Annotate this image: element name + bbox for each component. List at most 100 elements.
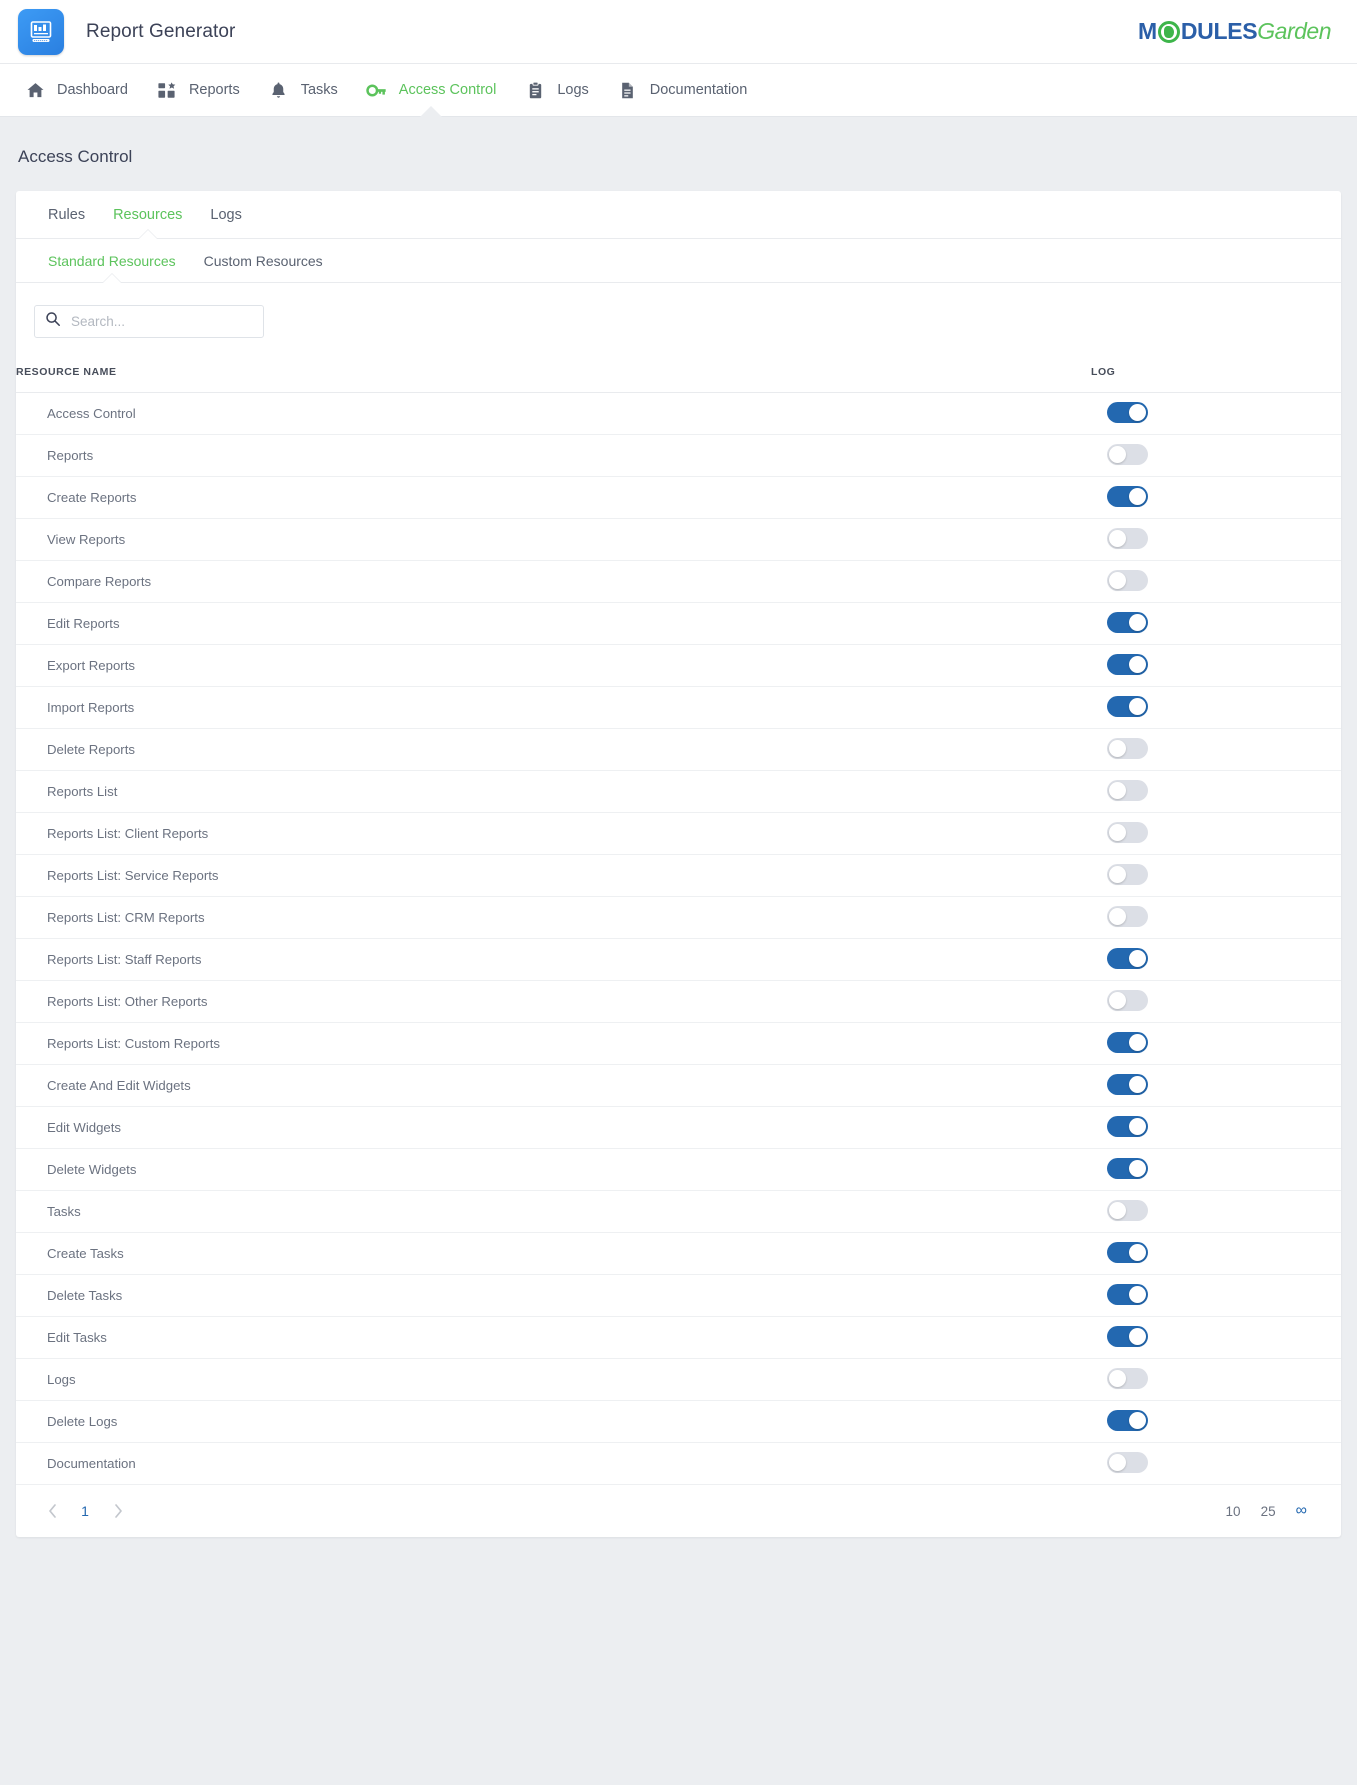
- nav-item-access-control[interactable]: Access Control: [352, 64, 511, 116]
- report-app-icon: [18, 9, 64, 55]
- log-toggle[interactable]: [1107, 612, 1148, 633]
- home-icon: [24, 79, 46, 101]
- log-toggle[interactable]: [1107, 1284, 1148, 1305]
- page-title: Access Control: [16, 117, 1341, 191]
- resources-table: RESOURCE NAME LOG Access ControlReportsC…: [16, 348, 1341, 1485]
- log-cell: [1091, 393, 1341, 435]
- log-cell: [1091, 939, 1341, 981]
- resource-name-cell: Edit Tasks: [16, 1317, 1091, 1359]
- resource-name-cell: Delete Logs: [16, 1401, 1091, 1443]
- table-row: Reports List: Service Reports: [16, 855, 1341, 897]
- log-toggle[interactable]: [1107, 822, 1148, 843]
- toggle-knob: [1129, 1286, 1146, 1303]
- resource-name-cell: Reports: [16, 435, 1091, 477]
- log-toggle[interactable]: [1107, 1242, 1148, 1263]
- log-cell: [1091, 687, 1341, 729]
- table-header-row: RESOURCE NAME LOG: [16, 348, 1341, 393]
- log-toggle[interactable]: [1107, 864, 1148, 885]
- log-toggle[interactable]: [1107, 486, 1148, 507]
- log-cell: [1091, 1317, 1341, 1359]
- key-icon: [366, 79, 388, 101]
- log-toggle[interactable]: [1107, 1326, 1148, 1347]
- main-navigation: Dashboard Reports Tasks: [0, 64, 1357, 117]
- log-toggle[interactable]: [1107, 402, 1148, 423]
- nav-item-dashboard[interactable]: Dashboard: [10, 64, 142, 116]
- log-toggle[interactable]: [1107, 906, 1148, 927]
- table-row: Create And Edit Widgets: [16, 1065, 1341, 1107]
- toggle-knob: [1109, 1202, 1126, 1219]
- clipboard-icon: [524, 79, 546, 101]
- toggle-knob: [1109, 992, 1126, 1009]
- table-row: Compare Reports: [16, 561, 1341, 603]
- log-toggle[interactable]: [1107, 990, 1148, 1011]
- resource-name-cell: Import Reports: [16, 687, 1091, 729]
- log-cell: [1091, 813, 1341, 855]
- log-cell: [1091, 771, 1341, 813]
- log-toggle[interactable]: [1107, 1116, 1148, 1137]
- log-toggle[interactable]: [1107, 1200, 1148, 1221]
- page-number-1[interactable]: 1: [72, 1497, 98, 1525]
- resource-name-cell: Reports List: Custom Reports: [16, 1023, 1091, 1065]
- log-toggle[interactable]: [1107, 1368, 1148, 1389]
- log-cell: [1091, 1023, 1341, 1065]
- search-input[interactable]: [71, 314, 253, 329]
- subtab-custom-resources[interactable]: Custom Resources: [190, 239, 337, 282]
- log-cell: [1091, 855, 1341, 897]
- log-toggle[interactable]: [1107, 654, 1148, 675]
- log-toggle[interactable]: [1107, 738, 1148, 759]
- chevron-right-icon[interactable]: [104, 1497, 132, 1525]
- toggle-knob: [1109, 572, 1126, 589]
- log-toggle[interactable]: [1107, 780, 1148, 801]
- log-toggle[interactable]: [1107, 1158, 1148, 1179]
- log-toggle[interactable]: [1107, 1032, 1148, 1053]
- log-toggle[interactable]: [1107, 696, 1148, 717]
- nav-item-label: Dashboard: [57, 82, 128, 98]
- nav-item-tasks[interactable]: Tasks: [254, 64, 352, 116]
- nav-item-reports[interactable]: Reports: [142, 64, 254, 116]
- search-icon: [45, 311, 61, 332]
- search-box[interactable]: [34, 305, 264, 338]
- app-title: Report Generator: [86, 21, 235, 43]
- log-toggle[interactable]: [1107, 948, 1148, 969]
- log-toggle[interactable]: [1107, 528, 1148, 549]
- resource-name-cell: Delete Tasks: [16, 1275, 1091, 1317]
- tab-rules[interactable]: Rules: [34, 191, 99, 238]
- tab-resources[interactable]: Resources: [99, 191, 196, 238]
- active-subtab-caret: [103, 274, 121, 283]
- subtab-standard-resources[interactable]: Standard Resources: [34, 239, 190, 282]
- resource-name-cell: Export Reports: [16, 645, 1091, 687]
- brand-text-part3: Garden: [1257, 20, 1331, 43]
- toggle-knob: [1109, 1370, 1126, 1387]
- resource-name-cell: Delete Widgets: [16, 1149, 1091, 1191]
- log-cell: [1091, 897, 1341, 939]
- chevron-left-icon[interactable]: [38, 1497, 66, 1525]
- log-toggle[interactable]: [1107, 1452, 1148, 1473]
- tab-logs[interactable]: Logs: [196, 191, 255, 238]
- log-toggle[interactable]: [1107, 570, 1148, 591]
- log-cell: [1091, 603, 1341, 645]
- tab-bar: Rules Resources Logs: [16, 191, 1341, 239]
- log-toggle[interactable]: [1107, 444, 1148, 465]
- nav-item-documentation[interactable]: Documentation: [603, 64, 762, 116]
- subtab-label: Custom Resources: [204, 253, 323, 269]
- nav-item-logs[interactable]: Logs: [510, 64, 602, 116]
- table-row: Reports List: [16, 771, 1341, 813]
- table-row: Logs: [16, 1359, 1341, 1401]
- table-row: Delete Reports: [16, 729, 1341, 771]
- log-cell: [1091, 1359, 1341, 1401]
- log-cell: [1091, 477, 1341, 519]
- table-row: Reports List: CRM Reports: [16, 897, 1341, 939]
- toggle-knob: [1129, 656, 1146, 673]
- log-toggle[interactable]: [1107, 1074, 1148, 1095]
- modulesgarden-logo: MDULESGarden: [1138, 20, 1339, 43]
- resource-name-cell: Create Tasks: [16, 1233, 1091, 1275]
- page-size-10[interactable]: 10: [1226, 1504, 1241, 1519]
- page-size-all[interactable]: ∞: [1296, 1502, 1307, 1520]
- tab-label: Logs: [210, 207, 241, 223]
- log-cell: [1091, 981, 1341, 1023]
- page-size-25[interactable]: 25: [1261, 1504, 1276, 1519]
- table-row: View Reports: [16, 519, 1341, 561]
- table-row: Delete Widgets: [16, 1149, 1341, 1191]
- resource-name-cell: Tasks: [16, 1191, 1091, 1233]
- log-toggle[interactable]: [1107, 1410, 1148, 1431]
